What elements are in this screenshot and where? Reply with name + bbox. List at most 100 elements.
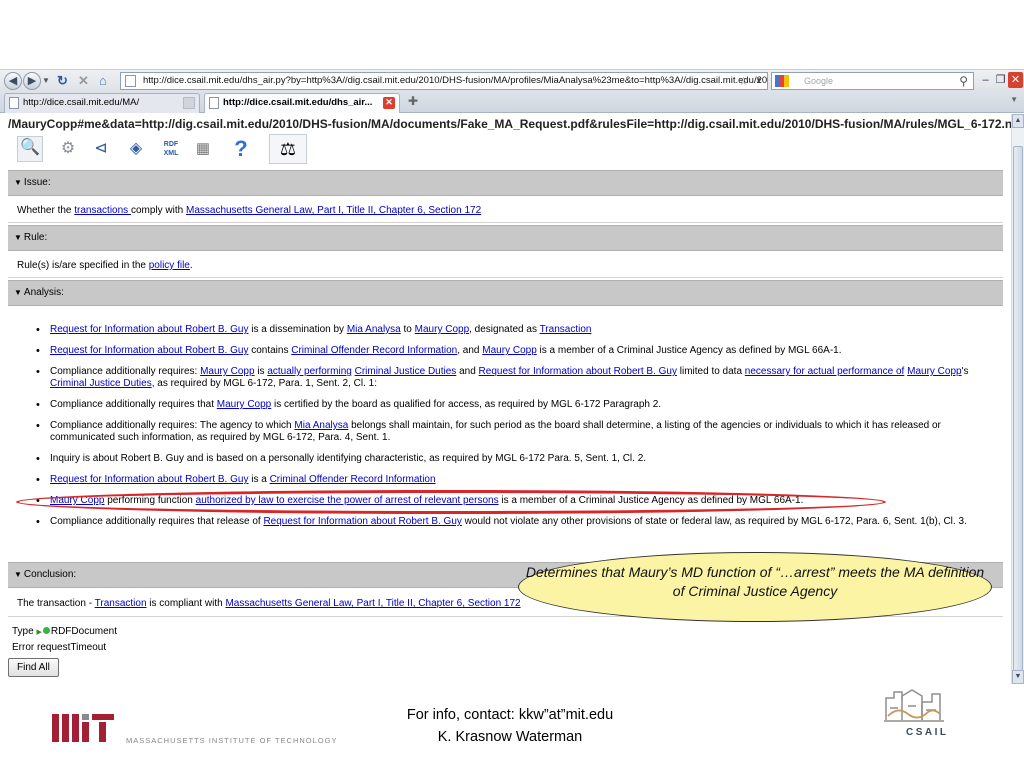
item-text: limited to data bbox=[676, 366, 745, 377]
graph-icon[interactable]: ◈ bbox=[125, 138, 147, 160]
mit-logo bbox=[52, 714, 114, 742]
item-text: , as required by MGL 6-172, Para. 1, Sen… bbox=[151, 378, 378, 389]
close-icon[interactable]: ✕ bbox=[1008, 72, 1023, 88]
list-item: Request for Information about Robert B. … bbox=[36, 345, 986, 357]
mgl-link[interactable]: Massachusetts General Law, Part I, Title… bbox=[186, 205, 481, 216]
contact-line: For info, contact: kkw”at”mit.edu bbox=[406, 707, 614, 723]
highlight-oval bbox=[16, 490, 886, 514]
expand-triangle-icon[interactable]: ▶ bbox=[36, 629, 41, 636]
conclusion-text-part: The transaction - bbox=[17, 598, 95, 609]
find-all-button[interactable]: Find All bbox=[8, 658, 59, 677]
cj-duties-link[interactable]: Criminal Justice Duties bbox=[50, 378, 152, 389]
collapse-triangle-icon: ▼ bbox=[14, 233, 22, 242]
cori-link[interactable]: Criminal Offender Record Information bbox=[270, 474, 436, 485]
list-item: Inquiry is about Robert B. Guy and is ba… bbox=[36, 453, 986, 465]
tab-ma[interactable]: http://dice.csail.mit.edu/MA/ bbox=[4, 93, 200, 113]
back-button[interactable]: ◀ bbox=[4, 72, 22, 90]
vertical-scrollbar[interactable]: ▲ ▼ bbox=[1011, 114, 1024, 684]
history-dropdown-icon[interactable]: ▼ bbox=[42, 73, 50, 89]
request-link[interactable]: Request for Information about Robert B. … bbox=[263, 516, 461, 527]
maury-copp-link[interactable]: Maury Copp bbox=[200, 366, 254, 377]
justification-toolbar: 🔍 ⚙ ⊲ ◈ RDF XML ▦ ? ⚖ bbox=[17, 134, 317, 166]
share-icon[interactable]: ⊲ bbox=[90, 138, 112, 160]
cj-duties-link[interactable]: Criminal Justice Duties bbox=[355, 366, 457, 377]
item-text: and bbox=[456, 366, 479, 377]
issue-text-part: Whether the bbox=[17, 205, 75, 216]
rule-text: Rule(s) is/are specified in the policy f… bbox=[17, 260, 193, 271]
issue-text: Whether the transactions comply with Mas… bbox=[17, 205, 481, 216]
callout-bubble: Determines that Maury’s MD function of “… bbox=[518, 552, 992, 622]
error-label: Error bbox=[12, 642, 35, 653]
magnifier-icon[interactable]: ⚲ bbox=[959, 73, 968, 89]
mia-analysa-link[interactable]: Mia Analysa bbox=[347, 324, 401, 335]
policy-file-link[interactable]: policy file bbox=[149, 260, 190, 271]
url-dropdown-icon[interactable]: ▼ bbox=[755, 73, 763, 89]
rule-header[interactable]: ▼ Rule: bbox=[8, 225, 1003, 251]
request-link[interactable]: Request for Information about Robert B. … bbox=[50, 474, 248, 485]
item-text: Inquiry is about Robert B. Guy and is ba… bbox=[50, 453, 647, 464]
error-row: Error requestTimeout bbox=[12, 642, 106, 653]
new-tab-icon[interactable]: ✚ bbox=[408, 94, 418, 108]
transactions-link[interactable]: transactions bbox=[74, 205, 131, 216]
address-bar[interactable]: http://dice.csail.mit.edu/dhs_air.py?by=… bbox=[120, 72, 768, 90]
mia-analysa-link[interactable]: Mia Analysa bbox=[294, 420, 348, 431]
callout-text: Determines that Maury’s MD function of “… bbox=[525, 564, 985, 599]
request-link[interactable]: Request for Information about Robert B. … bbox=[479, 366, 677, 377]
item-text: is a member of a Criminal Justice Agency… bbox=[536, 345, 842, 356]
tab-close-icon[interactable]: ✕ bbox=[383, 97, 395, 109]
maury-copp-link[interactable]: Maury Copp bbox=[907, 366, 961, 377]
google-icon[interactable] bbox=[775, 75, 789, 87]
transaction-link[interactable]: Transaction bbox=[540, 324, 592, 335]
maury-copp-link[interactable]: Maury Copp bbox=[217, 399, 271, 410]
type-label: Type bbox=[12, 626, 34, 637]
right-arrow-icon: ▶ bbox=[27, 75, 37, 87]
transaction-link[interactable]: Transaction bbox=[95, 598, 147, 609]
request-link[interactable]: Request for Information about Robert B. … bbox=[50, 345, 248, 356]
scroll-thumb[interactable] bbox=[1013, 146, 1023, 676]
necessary-performance-link[interactable]: necessary for actual performance of bbox=[745, 366, 905, 377]
tab-list-icon[interactable]: ▼ bbox=[1010, 95, 1018, 104]
request-link[interactable]: Request for Information about Robert B. … bbox=[50, 324, 248, 335]
reload-icon[interactable]: ↻ bbox=[57, 73, 68, 89]
author-line: K. Krasnow Waterman bbox=[437, 729, 583, 745]
page-icon bbox=[125, 75, 136, 87]
scroll-down-icon[interactable]: ▼ bbox=[1012, 670, 1024, 684]
actually-performing-link[interactable]: actually performing bbox=[267, 366, 351, 377]
rdf-xml-icon[interactable]: RDF XML bbox=[160, 138, 182, 160]
analysis-header[interactable]: ▼ Analysis: bbox=[8, 280, 1003, 306]
gear-icon[interactable]: ⚙ bbox=[57, 138, 79, 160]
help-icon[interactable]: ? bbox=[230, 138, 252, 160]
collapse-triangle-icon: ▼ bbox=[14, 178, 22, 187]
cori-link[interactable]: Criminal Offender Record Information bbox=[291, 345, 457, 356]
maury-copp-link[interactable]: Maury Copp bbox=[415, 324, 469, 335]
star-icon[interactable]: ☆ bbox=[738, 73, 749, 89]
minimize-icon[interactable]: – bbox=[978, 72, 993, 88]
collapse-triangle-icon: ▼ bbox=[14, 288, 22, 297]
scroll-up-icon[interactable]: ▲ bbox=[1012, 114, 1024, 128]
maury-copp-link[interactable]: Maury Copp bbox=[482, 345, 536, 356]
home-icon[interactable]: ⌂ bbox=[99, 73, 107, 89]
item-text: Compliance additionally requires: The ag… bbox=[50, 420, 295, 431]
type-row: Type ▶ RDFDocument bbox=[12, 626, 117, 637]
stop-icon[interactable]: ✕ bbox=[78, 73, 89, 89]
left-arrow-icon: ◀ bbox=[8, 75, 18, 87]
tab-dhs-air[interactable]: http://dice.csail.mit.edu/dhs_air... ✕ bbox=[204, 93, 400, 113]
address-url: http://dice.csail.mit.edu/dhs_air.py?by=… bbox=[143, 75, 768, 86]
list-item: Compliance additionally requires: The ag… bbox=[36, 420, 986, 444]
search-input[interactable]: Google ⚲ bbox=[771, 72, 974, 90]
item-text: is certified by the board as qualified f… bbox=[271, 399, 662, 410]
divider bbox=[8, 222, 1003, 223]
csail-logo bbox=[884, 689, 944, 722]
issue-header[interactable]: ▼ Issue: bbox=[8, 170, 1003, 196]
item-text: Compliance additionally requires that bbox=[50, 399, 217, 410]
lens-icon[interactable]: 🔍 bbox=[17, 136, 43, 162]
restore-icon[interactable]: ❐ bbox=[993, 72, 1008, 88]
scales-icon[interactable]: ⚖ bbox=[269, 134, 307, 164]
tab-close-icon[interactable] bbox=[183, 97, 195, 109]
type-value: RDFDocument bbox=[50, 626, 117, 637]
list-item: Compliance additionally requires: Maury … bbox=[36, 366, 986, 390]
list-item: Request for Information about Robert B. … bbox=[36, 474, 986, 486]
table-icon[interactable]: ▦ bbox=[192, 138, 214, 160]
forward-button[interactable]: ▶ bbox=[23, 72, 41, 90]
mgl-link[interactable]: Massachusetts General Law, Part I, Title… bbox=[225, 598, 520, 609]
